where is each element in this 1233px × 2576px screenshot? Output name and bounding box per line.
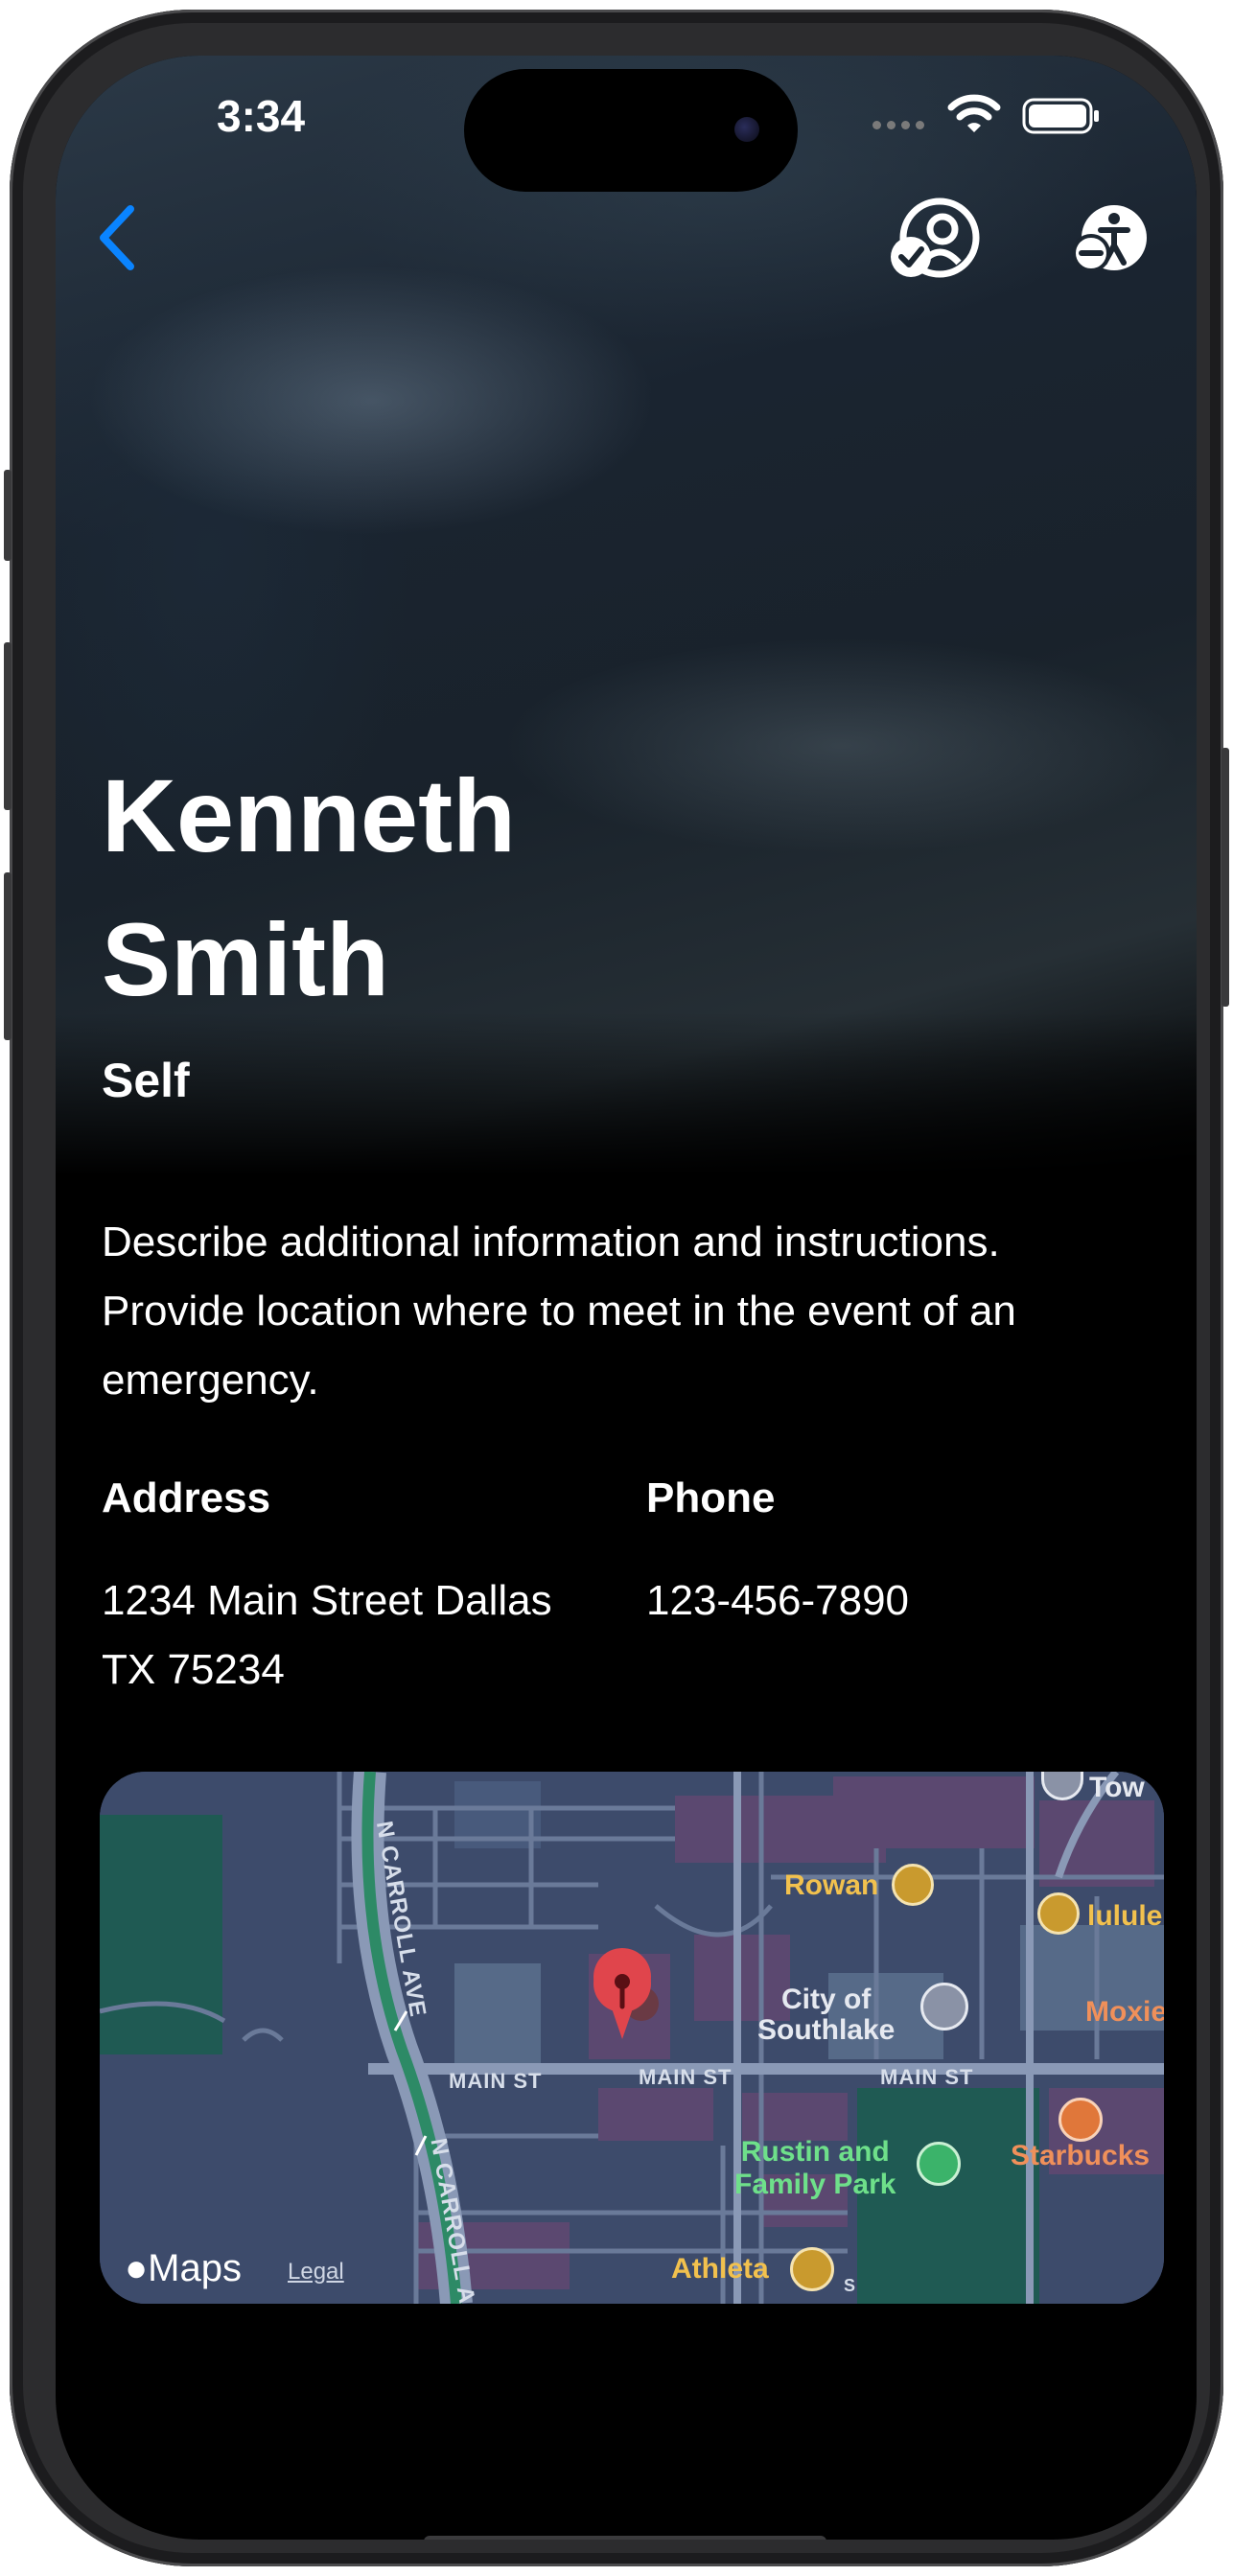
poi-label: Athleta	[671, 2253, 769, 2285]
home-indicator[interactable]	[424, 2536, 826, 2540]
camera-icon	[734, 117, 759, 142]
signal-icon	[872, 115, 934, 129]
phone-label: Phone	[646, 1474, 776, 1521]
poi-label: Starbucks	[1011, 2140, 1151, 2171]
phone-value[interactable]: 123-456-7890	[646, 1566, 909, 1636]
address-line-1: 1234 Main Street Dallas	[102, 1577, 552, 1624]
volume-down-button	[4, 872, 12, 1040]
person-checkmark-icon[interactable]	[890, 197, 984, 280]
city-hall-icon[interactable]	[920, 1983, 968, 2031]
building-icon[interactable]	[892, 1864, 934, 1906]
poi-label: Tow	[1089, 1772, 1145, 1803]
shopping-icon[interactable]	[1037, 1892, 1080, 1935]
poi-label: Rustin and Family Park	[734, 2136, 896, 2201]
street-label: MAIN ST	[639, 2065, 733, 2089]
screen: 3:34 Kenneth Smith Self Describe additio…	[56, 56, 1197, 2540]
apple-logo-icon: ●	[125, 2247, 149, 2289]
first-name: Kenneth	[102, 757, 516, 873]
wifi-icon	[947, 94, 1001, 132]
maps-brand-label: Maps	[148, 2247, 242, 2289]
tree-icon[interactable]	[917, 2142, 961, 2186]
status-time: 3:34	[217, 91, 306, 141]
poi-label: Moxie	[1085, 1996, 1164, 2028]
street-label: S	[844, 2276, 856, 2295]
battery-icon	[1022, 98, 1099, 134]
accessibility-icon[interactable]	[1072, 199, 1149, 276]
power-button	[1221, 748, 1229, 1007]
map-pin-icon[interactable]	[587, 1947, 658, 2043]
address-line-2: TX 75234	[102, 1646, 285, 1693]
dynamic-island	[464, 69, 798, 192]
chevron-left-icon[interactable]	[90, 199, 148, 276]
device-frame: 3:34 Kenneth Smith Self Describe additio…	[4, 10, 1229, 2566]
poi-label: lulule	[1087, 1900, 1163, 1932]
poi-label-line: Southlake	[757, 2014, 896, 2046]
address-value[interactable]: 1234 Main Street Dallas TX 75234	[102, 1566, 639, 1705]
poi-label-line: City of	[781, 1984, 872, 2015]
address-label: Address	[102, 1474, 271, 1521]
relation-label: Self	[102, 1054, 190, 1107]
poi-label-line: Family Park	[734, 2169, 896, 2200]
contact-name: Kenneth Smith	[102, 744, 965, 1032]
last-name: Smith	[102, 901, 390, 1017]
volume-up-button	[4, 642, 12, 810]
poi-label: Rowan	[784, 1869, 879, 1901]
shopping-icon[interactable]	[790, 2247, 834, 2291]
coffee-icon[interactable]	[1059, 2098, 1103, 2142]
description-text: Describe additional information and inst…	[102, 1218, 1016, 1404]
street-label: MAIN ST	[880, 2065, 974, 2089]
park-area	[100, 1815, 222, 2054]
legal-link[interactable]: Legal	[288, 2259, 344, 2286]
poi-label-line: Rustin and	[740, 2136, 890, 2168]
maps-brand: ●Maps	[125, 2247, 242, 2290]
action-button	[4, 470, 12, 561]
map-view[interactable]: N CARROLL AVE N CARROLL A MAIN ST MAIN S…	[100, 1772, 1164, 2304]
street-label: MAIN ST	[449, 2069, 543, 2093]
poi-label: City of Southlake	[757, 1984, 895, 2046]
